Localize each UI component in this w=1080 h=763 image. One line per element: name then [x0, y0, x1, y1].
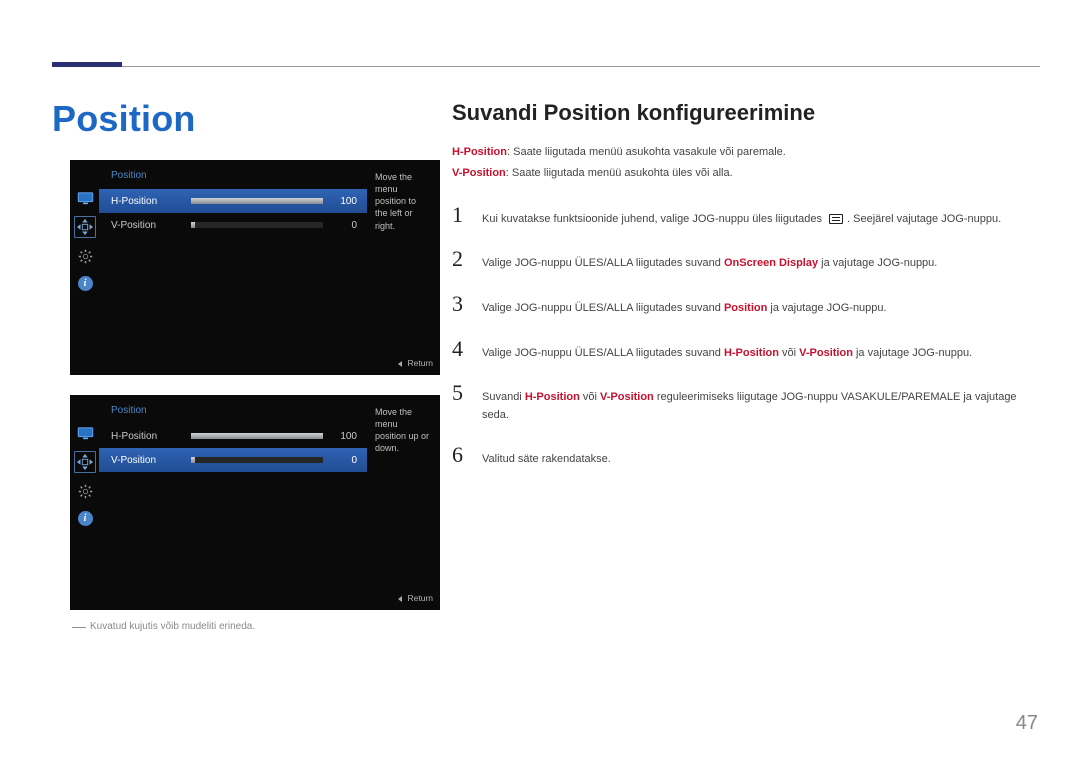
osd-row-label: V-Position	[111, 220, 183, 231]
osd-row-value: 0	[331, 220, 357, 231]
kw-vposition: V-Position	[799, 347, 853, 359]
kw-hposition: H-Position	[525, 391, 580, 403]
step2-pre: Valige JOG-nuppu ÜLES/ALLA liigutades su…	[482, 257, 724, 269]
osd-help-text: Move the menu position to the left or ri…	[367, 161, 439, 374]
menu-icon	[829, 214, 843, 224]
desc-hposition-text: : Saate liigutada menüü asukohta vasakul…	[507, 146, 786, 158]
kw-hposition: H-Position	[452, 146, 507, 158]
osd-row-vposition: V-Position 0	[99, 213, 367, 237]
step-2: 2 Valige JOG-nuppu ÜLES/ALLA liigutades …	[452, 246, 1030, 273]
move-icon	[76, 218, 94, 236]
osd-row-value: 100	[331, 431, 357, 442]
step5-mid: või	[580, 391, 600, 403]
step-number: 3	[452, 291, 468, 317]
section-heading: Suvandi Position konfigureerimine	[452, 100, 1030, 126]
footnote-text: Kuvatud kujutis võib mudeliti erineda.	[90, 621, 255, 632]
content-column: Suvandi Position konfigureerimine H-Posi…	[452, 100, 1030, 487]
step1-pre: Kui kuvatakse funktsioonide juhend, vali…	[482, 213, 825, 225]
footnote-dash: ―	[72, 618, 86, 634]
osd-main: Position H-Position 100 V-Position 0	[99, 161, 367, 374]
kw-onscreen: OnScreen Display	[724, 257, 818, 269]
return-label: Return	[407, 593, 433, 603]
page-number: 47	[1016, 712, 1038, 735]
slider-track	[191, 457, 323, 463]
desc-vposition: V-Position: Saate liigutada menüü asukoh…	[452, 163, 1030, 184]
step-1: 1 Kui kuvatakse funktsioonide juhend, va…	[452, 202, 1030, 229]
slider-track	[191, 222, 323, 228]
step5-pre: Suvandi	[482, 391, 525, 403]
step3-pre: Valige JOG-nuppu ÜLES/ALLA liigutades su…	[482, 302, 724, 314]
return-arrow-icon	[398, 596, 402, 602]
step-text: Valige JOG-nuppu ÜLES/ALLA liigutades su…	[482, 249, 937, 273]
osd-row-hposition: H-Position 100	[99, 424, 367, 448]
step-number: 4	[452, 336, 468, 362]
step6-text: Valitud säte rakendatakse.	[482, 453, 611, 465]
step-4: 4 Valige JOG-nuppu ÜLES/ALLA liigutades …	[452, 336, 1030, 363]
kw-vposition: V-Position	[452, 167, 506, 179]
desc-hposition: H-Position: Saate liigutada menüü asukoh…	[452, 142, 1030, 163]
step-text: Valige JOG-nuppu ÜLES/ALLA liigutades su…	[482, 339, 972, 363]
osd-row-label: H-Position	[111, 196, 183, 207]
step1-post: . Seejärel vajutage JOG-nuppu.	[847, 213, 1001, 225]
return-label: Return	[407, 358, 433, 368]
kw-vposition: V-Position	[600, 391, 654, 403]
step4-post: ja vajutage JOG-nuppu.	[853, 347, 972, 359]
kw-position: Position	[724, 302, 767, 314]
step-5: 5 Suvandi H-Position või V-Position regu…	[452, 380, 1030, 424]
slider-track	[191, 198, 323, 204]
steps-list: 1 Kui kuvatakse funktsioonide juhend, va…	[452, 202, 1030, 469]
osd-row-vposition: V-Position 0	[99, 448, 367, 472]
gear-icon	[76, 482, 94, 500]
footnote: ― Kuvatud kujutis võib mudeliti erineda.	[72, 618, 255, 634]
step-6: 6 Valitud säte rakendatakse.	[452, 442, 1030, 469]
osd-screenshot-hposition: i Position H-Position 100 V-Position 0 M…	[70, 160, 440, 375]
header-rule	[52, 66, 1040, 67]
step4-pre: Valige JOG-nuppu ÜLES/ALLA liigutades su…	[482, 347, 724, 359]
monitor-icon	[76, 189, 94, 207]
gear-icon	[76, 247, 94, 265]
move-icon	[76, 453, 94, 471]
osd-help-text: Move the menu position up or down.	[367, 396, 439, 609]
info-icon: i	[78, 511, 93, 526]
osd-header: Position	[99, 396, 367, 424]
step-number: 6	[452, 442, 468, 468]
step-text: Valige JOG-nuppu ÜLES/ALLA liigutades su…	[482, 294, 887, 318]
osd-row-label: H-Position	[111, 431, 183, 442]
step3-post: ja vajutage JOG-nuppu.	[767, 302, 886, 314]
osd-screenshot-vposition: i Position H-Position 100 V-Position 0 M…	[70, 395, 440, 610]
step4-mid: või	[779, 347, 799, 359]
osd-sidebar: i	[71, 161, 99, 374]
step-text: Valitud säte rakendatakse.	[482, 445, 611, 469]
slider-track	[191, 433, 323, 439]
osd-sidebar: i	[71, 396, 99, 609]
step-3: 3 Valige JOG-nuppu ÜLES/ALLA liigutades …	[452, 291, 1030, 318]
desc-vposition-text: : Saate liigutada menüü asukohta üles võ…	[506, 167, 733, 179]
info-icon: i	[78, 276, 93, 291]
osd-row-hposition: H-Position 100	[99, 189, 367, 213]
kw-hposition: H-Position	[724, 347, 779, 359]
osd-row-value: 0	[331, 455, 357, 466]
step2-post: ja vajutage JOG-nuppu.	[818, 257, 937, 269]
osd-row-value: 100	[331, 196, 357, 207]
osd-row-label: V-Position	[111, 455, 183, 466]
step-number: 5	[452, 380, 468, 406]
return-arrow-icon	[398, 361, 402, 367]
page-title: Position	[52, 98, 196, 140]
step-number: 1	[452, 202, 468, 228]
step-number: 2	[452, 246, 468, 272]
step-text: Kui kuvatakse funktsioonide juhend, vali…	[482, 205, 1001, 229]
osd-header: Position	[99, 161, 367, 189]
osd-main: Position H-Position 100 V-Position 0	[99, 396, 367, 609]
header-accent	[52, 62, 122, 67]
osd-footer: Return	[99, 358, 439, 374]
step-text: Suvandi H-Position või V-Position regule…	[482, 383, 1030, 424]
monitor-icon	[76, 424, 94, 442]
osd-footer: Return	[99, 593, 439, 609]
